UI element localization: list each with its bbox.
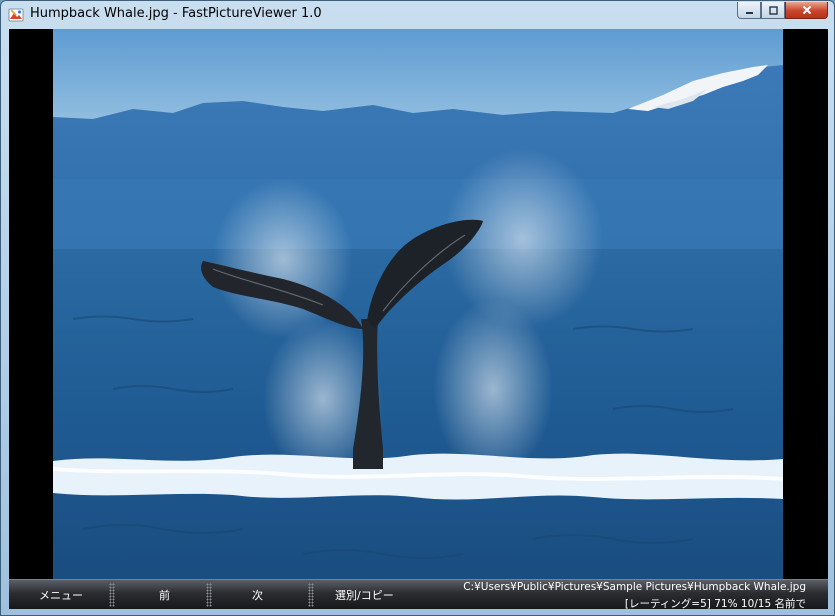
minimize-icon (745, 11, 753, 14)
bottom-toolbar: メニュー 前 次 選別/コピー C:¥Users¥Public¥Pictures… (9, 579, 828, 610)
caption-buttons (737, 2, 828, 20)
select-copy-button[interactable]: 選別/コピー (335, 587, 394, 603)
menu-button[interactable]: メニュー (39, 587, 83, 603)
status-label: [レーティング=5] 71% 10/15 名前で (624, 598, 806, 610)
minimize-button[interactable] (737, 2, 761, 19)
close-button[interactable] (785, 2, 828, 19)
title-bar[interactable]: Humpback Whale.jpg - FastPictureViewer 1… (1, 1, 834, 28)
whale-tail-photo (53, 29, 783, 579)
toolbar-separator (206, 583, 212, 607)
window-title: Humpback Whale.jpg - FastPictureViewer 1… (30, 6, 322, 21)
close-icon (802, 5, 811, 15)
fastpictureviewer-icon[interactable] (8, 7, 24, 23)
next-button[interactable]: 次 (252, 587, 263, 603)
toolbar-separator (308, 583, 314, 607)
app-window: Humpback Whale.jpg - FastPictureViewer 1… (0, 0, 835, 616)
previous-button[interactable]: 前 (159, 587, 170, 603)
image-viewport[interactable] (9, 29, 828, 579)
toolbar-separator (109, 583, 115, 607)
maximize-icon (768, 5, 778, 15)
maximize-button[interactable] (761, 2, 785, 19)
file-path-label: C:¥Users¥Public¥Pictures¥Sample Pictures… (463, 581, 806, 593)
